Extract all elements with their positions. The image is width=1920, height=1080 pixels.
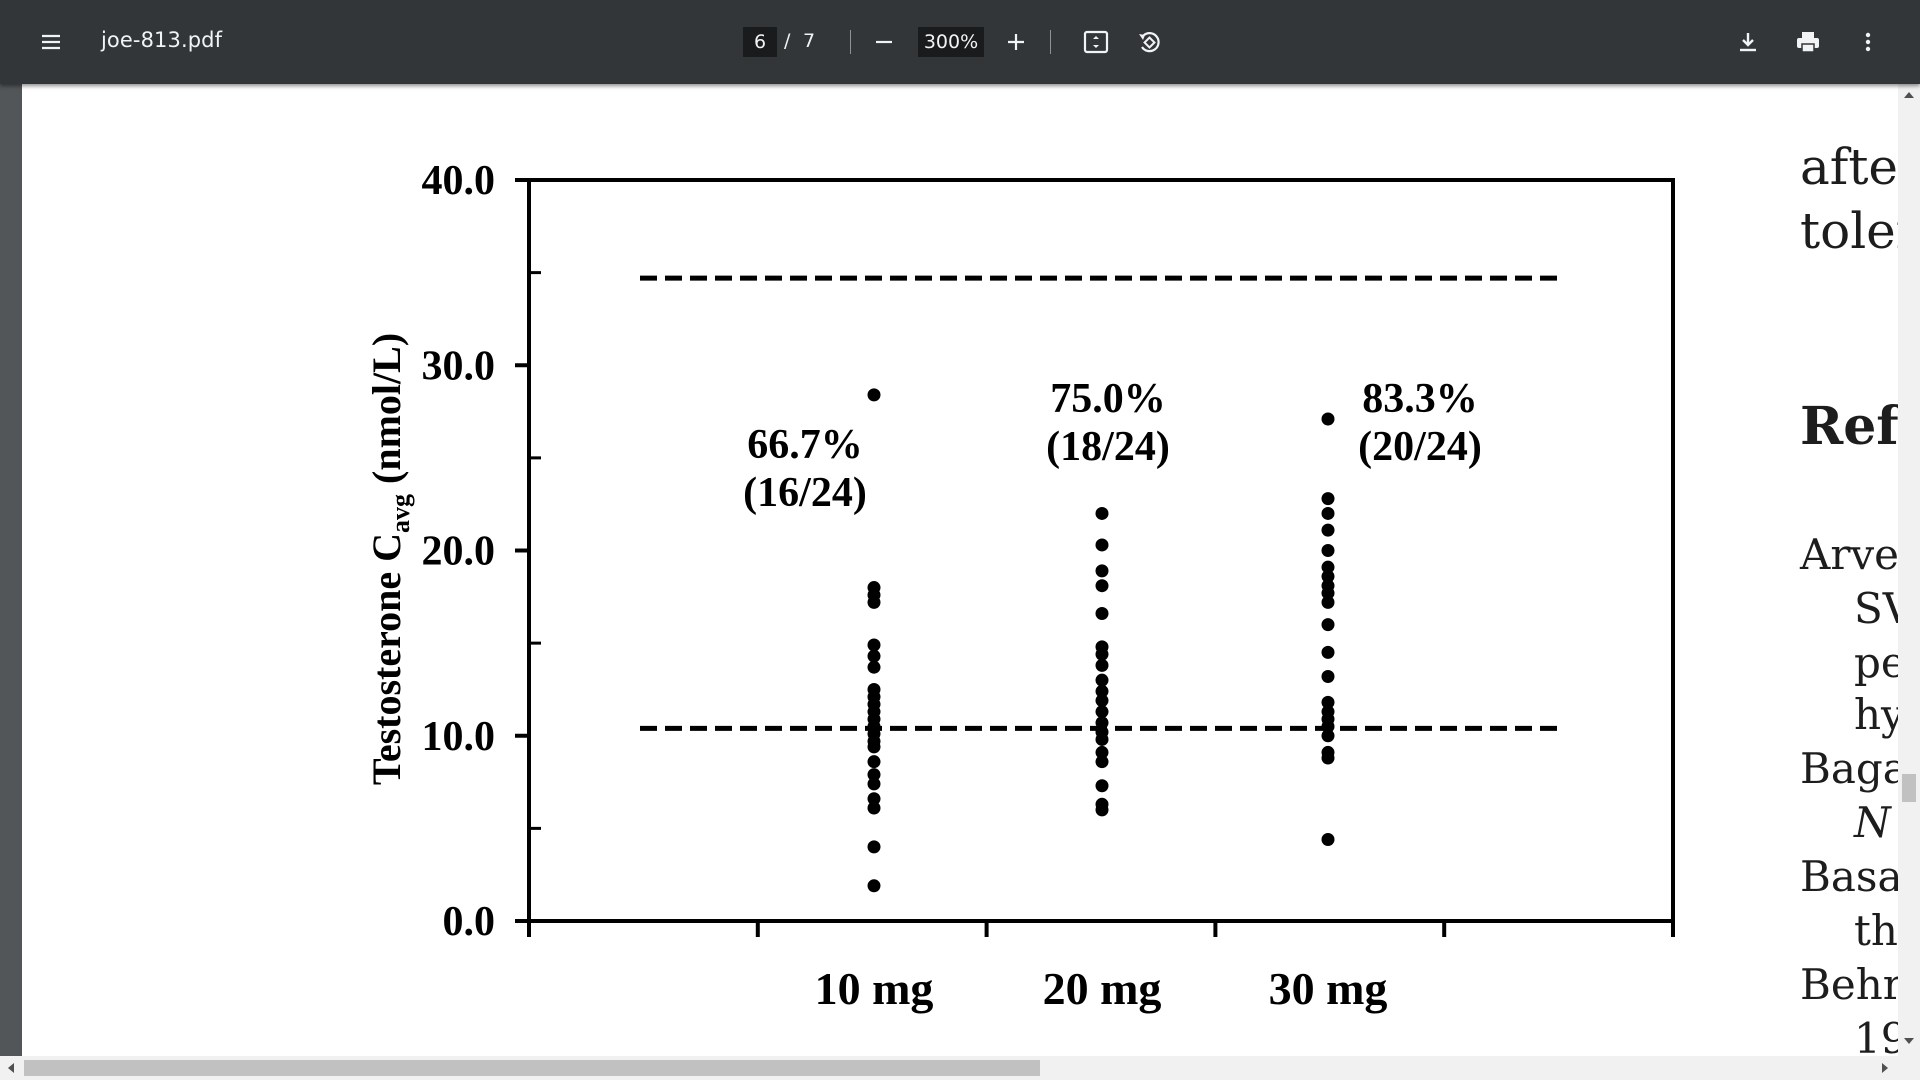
more-options-button[interactable]	[1844, 18, 1892, 66]
reference-line: N	[1854, 798, 1891, 847]
x-category-label: 20 mg	[1043, 963, 1162, 1014]
horizontal-scroll-thumb[interactable]	[24, 1060, 1040, 1076]
reference-line: th	[1854, 906, 1898, 955]
body-text-line: toler	[1800, 202, 1898, 260]
y-tick-label: 30.0	[422, 343, 496, 389]
testosterone-scatter-chart: Testosterone Cavg (nmol/L) 0.0 10.0 20.0 30…	[364, 158, 1675, 1014]
data-point	[867, 801, 881, 815]
percent-annotation: 66.7%	[747, 422, 863, 468]
reference-line: Baga	[1800, 744, 1898, 793]
data-point	[1321, 412, 1335, 426]
plus-icon	[1008, 34, 1024, 50]
data-point	[1321, 544, 1335, 557]
fit-page-button[interactable]	[1072, 18, 1120, 66]
fraction-annotation: (16/24)	[743, 470, 867, 516]
page-separator: /	[784, 30, 791, 52]
fraction-annotation: (20/24)	[1358, 424, 1482, 470]
data-point	[1321, 729, 1335, 743]
vertical-scroll-thumb[interactable]	[1902, 774, 1916, 802]
data-point	[1321, 618, 1335, 632]
scroll-up-arrow-icon[interactable]	[1904, 92, 1914, 98]
download-button[interactable]	[1724, 18, 1772, 66]
pdf-page: Testosterone Cavg (nmol/L) 0.0 10.0 20.0 30…	[22, 84, 1898, 1056]
reference-line: hy	[1854, 690, 1898, 739]
data-point	[867, 755, 881, 769]
data-point	[867, 649, 881, 663]
zoom-out-button[interactable]	[860, 18, 908, 66]
page-total: 7	[803, 30, 816, 52]
data-point	[1095, 606, 1109, 620]
scroll-down-arrow-icon[interactable]	[1904, 1038, 1914, 1044]
data-point	[1095, 506, 1109, 520]
reference-line: Arve	[1800, 530, 1898, 579]
data-point	[1321, 595, 1335, 609]
data-point	[1095, 732, 1109, 746]
data-point	[1095, 647, 1109, 661]
x-category-label: 10 mg	[815, 963, 934, 1014]
rotate-button[interactable]	[1125, 18, 1173, 66]
y-tick-label: 10.0	[422, 714, 496, 760]
references-heading: Ref	[1800, 396, 1898, 457]
data-point	[1095, 755, 1109, 769]
scroll-right-arrow-icon[interactable]	[1882, 1063, 1888, 1073]
page-number-input[interactable]	[743, 27, 777, 57]
print-button[interactable]	[1784, 18, 1832, 66]
data-point	[867, 595, 881, 609]
print-icon	[1797, 32, 1819, 53]
data-point	[1321, 751, 1335, 765]
rotate-icon	[1139, 32, 1160, 53]
data-point	[1321, 523, 1335, 537]
y-axis-label: Testosterone Cavg (nmol/L)	[364, 333, 415, 785]
data-point	[867, 879, 881, 893]
reference-line: Basar	[1800, 852, 1898, 901]
zoom-in-button[interactable]	[992, 18, 1040, 66]
y-tick-label: 40.0	[422, 158, 496, 204]
y-tick-label: 20.0	[422, 529, 496, 575]
toolbar-divider	[1050, 30, 1051, 54]
horizontal-scrollbar[interactable]	[0, 1056, 1920, 1080]
data-point	[867, 660, 881, 674]
data-point	[1095, 673, 1109, 687]
fit-page-icon	[1083, 30, 1109, 54]
data-point	[1095, 803, 1109, 817]
reference-line: Behr	[1800, 960, 1898, 1009]
reference-line: SV	[1854, 584, 1898, 633]
data-point	[1095, 579, 1109, 593]
data-point	[867, 840, 881, 854]
toolbar-divider	[850, 30, 851, 54]
minus-icon	[876, 40, 892, 44]
data-point	[1321, 669, 1335, 683]
data-point	[1095, 779, 1109, 793]
reference-line: pe	[1854, 638, 1898, 687]
data-point	[1095, 658, 1109, 672]
vertical-scrollbar[interactable]	[1898, 84, 1920, 1056]
download-icon	[1740, 33, 1756, 52]
data-point	[867, 777, 881, 791]
reference-line: 19	[1854, 1014, 1898, 1056]
data-point	[1095, 564, 1109, 578]
x-category-label: 30 mg	[1269, 963, 1388, 1014]
hamburger-menu-icon[interactable]	[27, 18, 75, 66]
data-point	[1321, 832, 1335, 846]
fraction-annotation: (18/24)	[1046, 424, 1170, 470]
percent-annotation: 75.0%	[1050, 376, 1166, 422]
zoom-input[interactable]	[918, 27, 984, 57]
data-point	[1321, 506, 1335, 520]
document-title: joe-813.pdf	[101, 28, 223, 52]
percent-annotation: 83.3%	[1362, 376, 1478, 422]
data-point	[1321, 645, 1335, 659]
data-point	[1095, 538, 1109, 552]
data-point	[1095, 694, 1109, 708]
data-point	[867, 638, 881, 652]
data-point	[1095, 705, 1109, 719]
y-tick-label: 0.0	[443, 899, 496, 945]
data-point	[1321, 492, 1335, 506]
data-point	[867, 388, 881, 402]
scroll-left-arrow-icon[interactable]	[8, 1063, 14, 1073]
more-vert-icon	[1865, 32, 1871, 52]
body-text-line: after	[1800, 138, 1898, 196]
pdf-toolbar: joe-813.pdf / 7	[0, 0, 1920, 84]
data-point	[867, 740, 881, 754]
